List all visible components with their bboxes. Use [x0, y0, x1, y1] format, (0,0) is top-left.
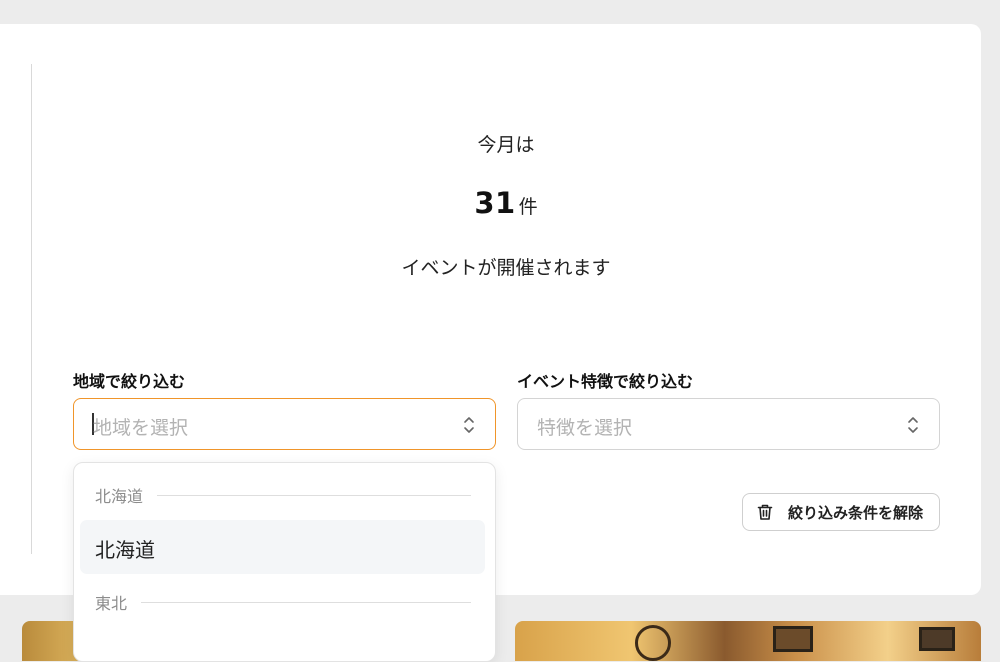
dropdown-group-header: 東北	[95, 590, 471, 614]
region-select-placeholder: 地域を選択	[93, 417, 189, 439]
region-dropdown: 北海道 北海道 東北	[73, 462, 496, 662]
decor-frame	[773, 626, 813, 652]
region-filter-label: 地域で絞り込む	[73, 372, 186, 391]
dropdown-option[interactable]: 北海道	[80, 520, 485, 574]
group-label: 北海道	[95, 487, 144, 506]
feature-select-placeholder: 特徴を選択	[537, 417, 633, 439]
event-count: 31 件	[0, 186, 1000, 220]
clear-filters-button[interactable]: 絞り込み条件を解除	[742, 493, 940, 531]
group-divider	[141, 601, 471, 603]
dropdown-option-label: 北海道	[95, 538, 155, 562]
trash-icon	[757, 504, 773, 520]
decor-frame	[919, 627, 955, 651]
summary-trail: イベントが開催されます	[401, 257, 611, 279]
group-label: 東北	[95, 594, 128, 613]
clear-filters-label: 絞り込み条件を解除	[788, 503, 924, 522]
dropdown-group-header: 北海道	[95, 483, 471, 507]
event-card-image[interactable]	[515, 621, 981, 661]
event-count-unit: 件	[518, 196, 538, 218]
chevron-up-down-icon	[908, 417, 918, 433]
feature-filter-label: イベント特徴で絞り込む	[517, 372, 694, 391]
region-select[interactable]: 地域を選択	[73, 398, 496, 450]
feature-select[interactable]: 特徴を選択	[517, 398, 940, 450]
chevron-up-down-icon	[464, 417, 474, 433]
summary-lead: 今月は	[477, 134, 535, 156]
event-count-number: 31	[474, 186, 516, 220]
decor-wheel	[635, 625, 671, 661]
group-divider	[157, 494, 471, 496]
